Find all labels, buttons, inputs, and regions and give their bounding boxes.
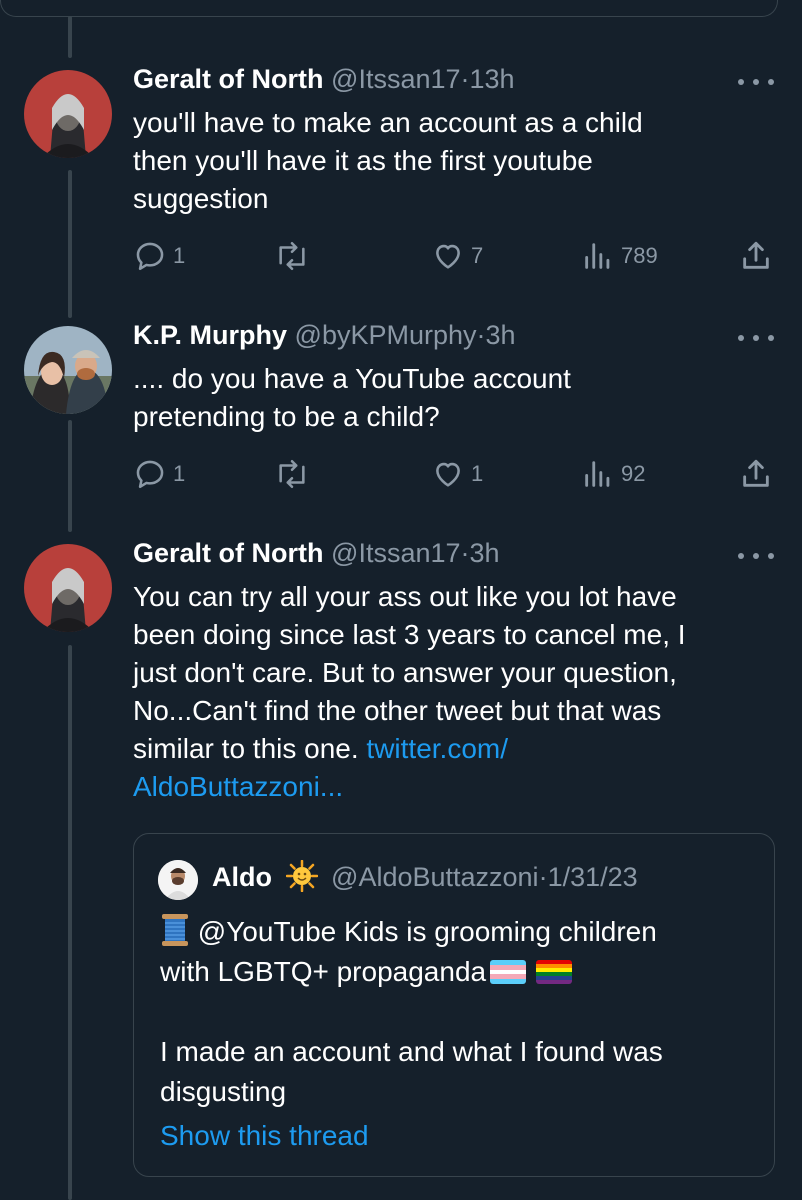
tweet-text-line: been doing since last 3 years to cancel …: [133, 619, 686, 650]
separator-dot: ·: [460, 64, 470, 94]
reply-icon: [136, 460, 164, 489]
view-count: 92: [621, 461, 646, 486]
retweet-icon: [279, 459, 305, 489]
separator-dot: ·: [538, 862, 548, 892]
quoted-tweet-card[interactable]: Aldo @AldoButtazzoni·1/31/23 @YouTube Ki…: [133, 833, 775, 1177]
more-icon[interactable]: [738, 328, 774, 348]
thread-line: [68, 170, 72, 318]
avatar[interactable]: [24, 544, 112, 632]
author-handle[interactable]: @Itssan17: [331, 64, 460, 94]
quoted-text-segment: @YouTube Kids is grooming children: [190, 916, 657, 947]
retweet-button[interactable]: [273, 454, 311, 494]
reply-button[interactable]: 1: [133, 236, 185, 276]
thread-line: [68, 16, 72, 58]
view-count: 789: [621, 243, 658, 268]
tweet-text: you'll have to make an account as a chil…: [133, 104, 763, 218]
quoted-author-handle[interactable]: @AldoButtazzoni: [331, 862, 539, 892]
like-button[interactable]: 1: [431, 454, 483, 494]
share-button[interactable]: [739, 236, 773, 276]
transgender-flag-icon: [490, 960, 527, 984]
tweet-text-line: suggestion: [133, 183, 269, 214]
quoted-tweet-text: @YouTube Kids is grooming children with …: [160, 912, 760, 1112]
avatar[interactable]: [24, 326, 112, 414]
like-count: 7: [471, 243, 484, 268]
quoted-text-segment: with LGBTQ+ propaganda: [160, 956, 487, 987]
separator-dot: ·: [476, 320, 486, 350]
tweet-text: You can try all your ass out like you lo…: [133, 578, 763, 806]
tweet-header: Geralt of North @Itssan17·3h: [133, 538, 500, 569]
quoted-text-line: disgusting: [160, 1076, 287, 1107]
tweet-header: K.P. Murphy @byKPMurphy·3h: [133, 320, 516, 351]
views-button[interactable]: 789: [581, 236, 658, 276]
tweet-text-line: No...Can't find the other tweet but that…: [133, 695, 662, 726]
quoted-avatar[interactable]: [158, 860, 198, 900]
more-icon[interactable]: [738, 72, 774, 92]
tweet-link[interactable]: twitter.com/: [366, 733, 508, 764]
more-icon[interactable]: [738, 546, 774, 566]
views-icon: [585, 243, 610, 269]
share-icon: [743, 459, 769, 487]
thread-line: [68, 645, 72, 1200]
tweet-link[interactable]: AldoButtazzoni...: [133, 771, 343, 802]
quoted-text-line: with LGBTQ+ propaganda: [160, 952, 760, 992]
previous-tweet-card: [0, 0, 778, 17]
quoted-text-line: I made an account and what I found was: [160, 1036, 663, 1067]
tweet-text-line: AldoButtazzoni...: [133, 768, 763, 806]
reply-count: 1: [173, 243, 186, 268]
retweet-button[interactable]: [273, 236, 311, 276]
tweet-text-line: pretending to be a child?: [133, 401, 440, 432]
tweet-text-line: just don't care. But to answer your ques…: [133, 657, 677, 688]
author-name[interactable]: Geralt of North: [133, 538, 324, 568]
tweet-actions: 1 1 92: [133, 454, 778, 494]
reply-icon: [136, 242, 164, 271]
author-handle[interactable]: @Itssan17: [331, 538, 460, 568]
like-button[interactable]: 7: [431, 236, 483, 276]
reply-button[interactable]: 1: [133, 454, 185, 494]
author-name[interactable]: K.P. Murphy: [133, 320, 287, 350]
share-button[interactable]: [739, 454, 773, 494]
tweet-text: .... do you have a YouTube account prete…: [133, 360, 763, 436]
separator-dot: ·: [460, 538, 470, 568]
tweet-text-segment: similar to this one.: [133, 733, 367, 764]
quoted-author-name[interactable]: Aldo: [212, 862, 272, 892]
tweet-text-line: similar to this one. twitter.com/: [133, 730, 763, 768]
spool-of-thread-icon: [162, 914, 188, 946]
views-icon: [585, 461, 610, 487]
timestamp[interactable]: 13h: [470, 64, 515, 94]
views-button[interactable]: 92: [581, 454, 645, 494]
tweet-text-line: You can try all your ass out like you lo…: [133, 581, 677, 612]
reply-count: 1: [173, 461, 186, 486]
quoted-text-line: @YouTube Kids is grooming children: [160, 912, 760, 952]
timestamp[interactable]: 3h: [470, 538, 500, 568]
rainbow-flag-icon: [536, 960, 573, 984]
tweet-actions: 1 7 789: [133, 236, 778, 276]
share-icon: [743, 241, 769, 269]
show-thread-link[interactable]: Show this thread: [160, 1120, 369, 1152]
like-count: 1: [471, 461, 484, 486]
tweet-text-line: you'll have to make an account as a chil…: [133, 107, 643, 138]
tweet-text-line: then you'll have it as the first youtube: [133, 145, 593, 176]
sun-face-icon: [285, 859, 318, 893]
avatar[interactable]: [24, 70, 112, 158]
thread-line: [68, 420, 72, 532]
quoted-header: Aldo @AldoButtazzoni·1/31/23: [212, 859, 638, 893]
timestamp[interactable]: 3h: [486, 320, 516, 350]
retweet-icon: [279, 241, 305, 271]
like-icon: [436, 244, 460, 269]
tweet-text-line: .... do you have a YouTube account: [133, 363, 571, 394]
author-handle[interactable]: @byKPMurphy: [295, 320, 477, 350]
tweet-header: Geralt of North @Itssan17·13h: [133, 64, 515, 95]
author-name[interactable]: Geralt of North: [133, 64, 324, 94]
like-icon: [436, 462, 460, 487]
quoted-timestamp[interactable]: 1/31/23: [548, 862, 638, 892]
